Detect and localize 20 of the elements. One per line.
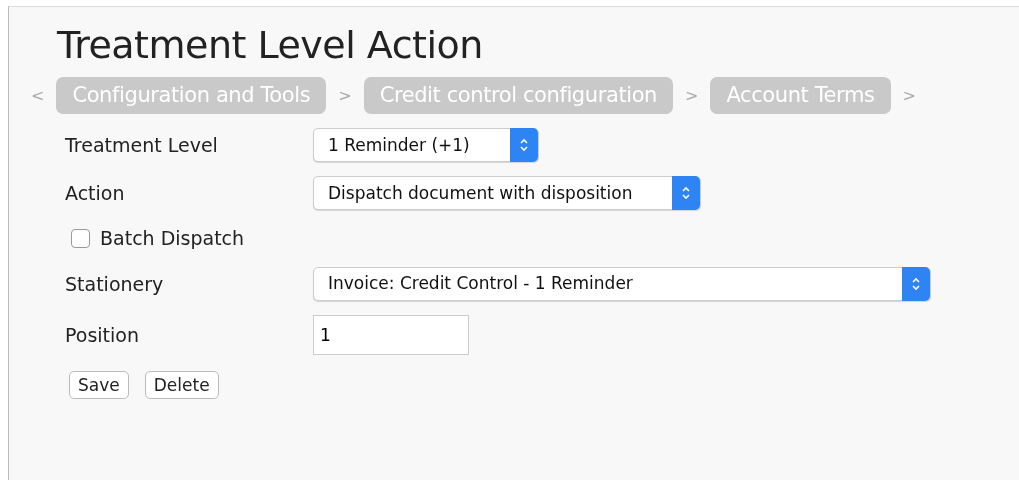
text-field[interactable]: 1	[313, 314, 469, 355]
action-button[interactable]: Delete	[144, 370, 219, 399]
action-button[interactable]: Save	[69, 370, 129, 399]
breadcrumb-separator: >	[685, 84, 699, 107]
dropdown[interactable]: Dispatch document with disposition	[313, 176, 702, 211]
field-label: Position	[64, 322, 140, 348]
field-label: Stationery	[64, 271, 165, 297]
page-title: Treatment Level Action	[57, 25, 484, 67]
stepper-icon	[509, 128, 538, 163]
checkbox-label: Batch Dispatch	[100, 226, 245, 252]
field-label: Action	[64, 181, 126, 207]
breadcrumb-separator: <	[31, 84, 45, 107]
breadcrumb-separator: >	[338, 84, 352, 107]
checkbox[interactable]	[71, 229, 90, 249]
breadcrumb-separator: >	[902, 84, 916, 107]
field-label: Treatment Level	[64, 133, 219, 159]
dropdown[interactable]: Invoice: Credit Control - 1 Reminder	[313, 266, 931, 301]
dropdown[interactable]: 1 Reminder (+1)	[313, 128, 539, 163]
stepper-icon	[902, 266, 930, 301]
stepper-icon	[672, 176, 701, 211]
